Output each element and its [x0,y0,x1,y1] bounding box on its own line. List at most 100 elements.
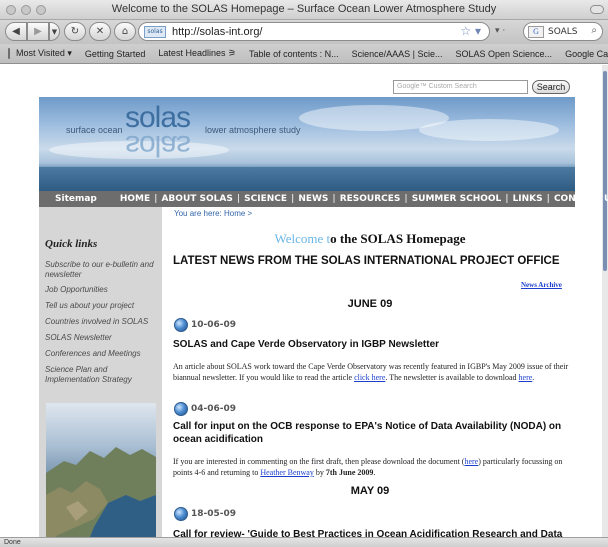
bookmark-table-of-contents[interactable]: Table of contents : N... [249,49,339,59]
quick-link-subscribe[interactable]: Subscribe to our e-bulletin and newslett… [45,260,159,285]
history-dropdown-button[interactable]: ▼ [49,22,60,41]
show-bookmarks-icon[interactable] [8,48,10,59]
month-heading-june: JUNE 09 [347,298,393,310]
news-text: If you are interested in commenting on t… [173,457,465,466]
site-search-button[interactable]: Search [532,80,570,94]
logo-lower-atmosphere-text: lower atmosphere study [205,125,301,135]
nav-summer-school[interactable]: SUMMER SCHOOL [412,194,502,204]
search-separator-icon: ▾ · [495,26,506,36]
quick-link-jobs[interactable]: Job Opportunities [45,285,159,301]
quick-link-newsletter[interactable]: SOLAS Newsletter [45,333,159,349]
deadline-date: 7th June 2009 [325,467,374,477]
news-headline[interactable]: Call for review- 'Guide to Best Practice… [173,528,573,537]
news-text: . [532,372,535,382]
url-text[interactable]: http://solas-int.org/ [172,26,263,38]
bookmarks-bar: Most Visited ▾ Getting Started Latest He… [0,44,608,64]
status-bar: Done [0,537,608,547]
chevron-down-icon: ▼ [51,27,58,36]
nav-separator: | [404,194,408,204]
latest-news-heading: LATEST NEWS FROM THE SOLAS INTERNATIONAL… [173,255,560,267]
click-here-link[interactable]: click here [354,373,385,382]
news-headline[interactable]: SOLAS and Cape Verde Observatory in IGBP… [173,338,573,351]
download-here-link[interactable]: here [519,373,533,382]
nav-separator: | [505,194,509,204]
heather-benway-link[interactable]: Heather Benway [260,468,314,477]
stop-icon: ✕ [95,26,105,37]
nav-home[interactable]: HOME [120,194,150,204]
quick-link-science-plan[interactable]: Science Plan and Implementation Strategy [45,365,159,387]
forward-button[interactable]: ▶ [27,22,49,41]
news-headline[interactable]: Call for input on the OCB response to EP… [173,420,573,446]
navigation-toolbar: ◀ ▶ ▼ ↻ ✕ ⌂ solas http://solas-int.org/ … [0,20,608,44]
welcome-rest: o the SOLAS Homepage [330,231,466,246]
cloud-decoration [419,119,559,141]
quick-links-sidebar: Quick links Subscribe to our e-bulletin … [39,207,162,547]
logo-surface-ocean-text: surface ocean [66,125,123,135]
news-text: by [313,467,326,477]
solas-logo-reflection: solas [125,129,191,162]
bookmark-science-aaas[interactable]: Science/AAAS | Scie... [352,49,443,59]
globe-icon [174,318,188,332]
nav-separator: | [236,194,241,204]
news-date-row: 04-06-09 [174,402,236,416]
page-title: Welcome to the SOLAS Homepage [165,231,575,247]
forward-arrow-icon: ▶ [34,26,42,37]
globe-icon [174,507,188,521]
bookmark-latest-headlines[interactable]: Latest Headlines ⚞ [158,48,236,59]
sea-decoration [39,167,575,191]
news-body: If you are interested in commenting on t… [173,457,573,478]
home-button[interactable]: ⌂ [114,22,136,41]
bookmark-star-icon[interactable]: ☆ ▾ [460,24,481,38]
news-text: . [373,467,376,477]
news-date-row: 10-06-09 [174,318,236,332]
nav-news[interactable]: NEWS [298,194,328,204]
quick-link-tell-us[interactable]: Tell us about your project [45,301,159,317]
nav-contact-us[interactable]: CONTACT US [554,194,608,204]
window-titlebar: Welcome to the SOLAS Homepage – Surface … [0,0,608,20]
news-text: . The newsletter is available to downloa… [385,372,519,382]
news-date: 10-06-09 [191,320,237,330]
quick-link-conferences[interactable]: Conferences and Meetings [45,349,159,365]
nav-resources[interactable]: RESOURCES [340,194,401,204]
nav-about-solas[interactable]: ABOUT SOLAS [161,194,232,204]
quick-links-title: Quick links [45,238,98,250]
news-date: 18-05-09 [191,509,237,519]
stop-button[interactable]: ✕ [89,22,111,41]
site-favicon-icon: solas [144,25,166,38]
reload-button[interactable]: ↻ [64,22,86,41]
document-here-link[interactable]: here [464,457,478,466]
site-banner: surface ocean solas solas lower atmosphe… [39,97,575,191]
reload-icon: ↻ [70,26,80,37]
vertical-scrollbar[interactable] [602,65,608,537]
site-navigation: Sitemap HOME | ABOUT SOLAS | SCIENCE | NEWS… [39,191,608,207]
bookmark-solas-open-science[interactable]: SOLAS Open Science... [456,49,553,59]
news-archive-link[interactable]: News Archive [521,281,562,289]
browser-search-field[interactable]: G SOALS ⌕ [523,22,603,41]
back-arrow-icon: ◀ [12,26,20,37]
news-date: 04-06-09 [191,404,237,414]
nav-science[interactable]: SCIENCE [244,194,287,204]
bookmark-google-calendar[interactable]: Google Calendar [565,49,608,59]
toolbar-toggle-button[interactable] [590,5,604,14]
bookmark-most-visited[interactable]: Most Visited ▾ [16,48,72,59]
address-bar[interactable]: solas http://solas-int.org/ ☆ ▾ [138,22,490,41]
welcome-highlight: Welcome t [274,231,331,246]
nav-separator: | [291,194,295,204]
globe-icon [174,402,188,416]
nav-links[interactable]: LINKS [513,194,543,204]
nav-sitemap[interactable]: Sitemap [55,194,97,204]
bookmark-getting-started[interactable]: Getting Started [85,49,146,59]
quick-links-list: Subscribe to our e-bulletin and newslett… [45,260,159,387]
quick-link-countries[interactable]: Countries involved in SOLAS [45,317,159,333]
search-icon[interactable]: ⌕ [591,25,597,36]
month-heading-may: MAY 09 [350,485,390,497]
back-button[interactable]: ◀ [5,22,27,41]
window-title: Welcome to the SOLAS Homepage – Surface … [111,3,497,15]
google-engine-icon[interactable]: G [528,25,544,38]
scrollbar-thumb[interactable] [603,71,607,271]
breadcrumb[interactable]: You are here: Home > [174,209,252,218]
site-search-input[interactable]: Google™ Custom Search [393,80,528,94]
coastline-photo [46,403,156,547]
browser-search-input[interactable]: SOALS [548,27,578,37]
coastline-image [46,447,156,547]
